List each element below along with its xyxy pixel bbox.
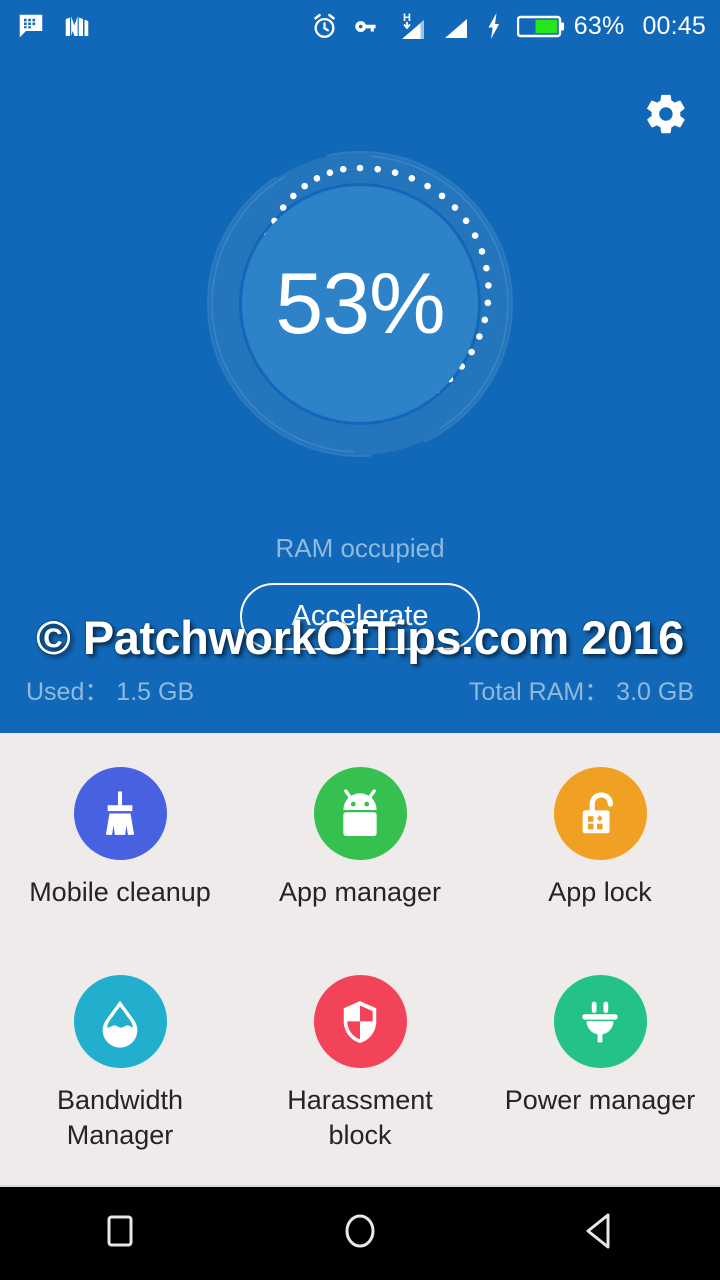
status-bar: H 63% 00:45 — [0, 0, 720, 52]
water-drop-icon — [73, 975, 167, 1068]
back-triangle-icon — [580, 1209, 620, 1258]
status-bar-right-icons: H 63% 00:45 — [310, 11, 706, 41]
alarm-clock-icon — [310, 12, 339, 41]
accelerate-button-label: Accelerate — [291, 600, 429, 632]
gear-icon — [643, 91, 689, 142]
ram-header-panel: 53% RAM occupied Accelerate Used： 1.5 GB… — [0, 0, 720, 733]
recents-square-icon — [103, 1210, 137, 1257]
tool-harassment-block[interactable]: Harassment block — [240, 967, 480, 1175]
phone-screen: 53% RAM occupied Accelerate Used： 1.5 GB… — [0, 0, 720, 1280]
tool-label: Bandwidth Manager — [57, 1083, 183, 1152]
back-button[interactable] — [540, 1186, 660, 1280]
library-books-icon — [62, 11, 92, 41]
gauge-percent-text: 53% — [275, 255, 445, 352]
tool-label: Mobile cleanup — [29, 877, 211, 907]
ram-gauge: 53% — [204, 148, 516, 460]
android-nav-bar — [0, 1185, 720, 1280]
tools-panel: Mobile cleanup App manager App lock Band… — [0, 733, 720, 1185]
ram-stats-row: Used： 1.5 GB Total RAM： 3.0 GB — [0, 672, 720, 708]
ram-used-stat: Used： 1.5 GB — [26, 678, 195, 706]
home-circle-icon — [340, 1209, 380, 1258]
broom-icon — [73, 767, 167, 860]
tool-mobile-cleanup[interactable]: Mobile cleanup — [0, 759, 240, 967]
tool-power-manager[interactable]: Power manager — [480, 967, 720, 1175]
status-bar-left-icons — [16, 11, 92, 41]
vpn-key-icon — [352, 12, 381, 41]
tool-label-line1: Bandwidth — [56, 1085, 184, 1115]
battery-icon — [516, 13, 565, 40]
ram-occupied-label: RAM occupied — [275, 533, 445, 563]
tool-label: App lock — [548, 877, 652, 907]
charging-bolt-icon — [484, 11, 504, 41]
tool-label: Harassment block — [287, 1085, 433, 1150]
signal-h-icon: H — [394, 11, 428, 41]
open-padlock-icon — [553, 767, 647, 860]
bbm-chat-icon — [16, 11, 46, 41]
tool-label-line2: Manager — [66, 1119, 174, 1150]
power-plug-icon — [553, 975, 647, 1068]
tools-grid: Mobile cleanup App manager App lock Band… — [0, 733, 720, 1185]
signal-bars-icon — [441, 11, 471, 41]
recents-button[interactable] — [60, 1186, 180, 1280]
tool-app-manager[interactable]: App manager — [240, 759, 480, 967]
android-robot-icon — [313, 767, 407, 860]
ram-total-stat: Total RAM： 3.0 GB — [468, 678, 694, 706]
tool-app-lock[interactable]: App lock — [480, 759, 720, 967]
battery-percent-text: 63% — [573, 11, 625, 40]
tool-label: App manager — [278, 877, 442, 907]
accelerate-button[interactable]: Accelerate — [240, 583, 480, 650]
status-bar-clock: 00:45 — [642, 11, 706, 40]
shield-icon — [313, 975, 407, 1068]
tool-label: Power manager — [504, 1085, 696, 1115]
settings-button[interactable] — [638, 88, 694, 144]
tool-bandwidth-manager[interactable]: Bandwidth Manager — [0, 967, 240, 1175]
home-button[interactable] — [300, 1186, 420, 1280]
